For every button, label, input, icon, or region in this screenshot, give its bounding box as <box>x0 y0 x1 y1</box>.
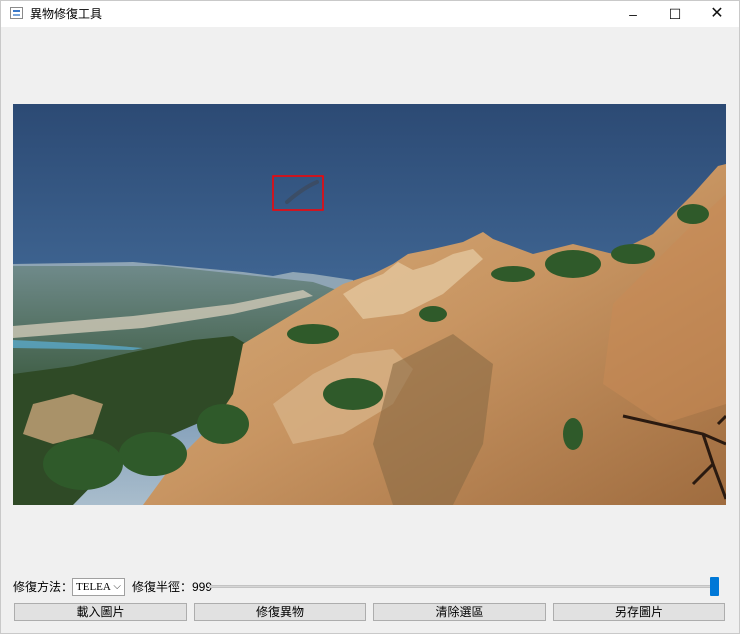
landscape-photo <box>13 104 726 505</box>
radius-label: 修復半徑：999 <box>132 580 213 594</box>
app-icon <box>10 7 23 19</box>
title-bar[interactable]: 異物修復工具 – ☐ ✕ <box>1 1 739 27</box>
repair-button[interactable]: 修復異物 <box>194 603 366 621</box>
load-image-button[interactable]: 載入圖片 <box>14 603 187 621</box>
main-window: 異物修復工具 – ☐ ✕ 修復方法： TELEA ⌵ 修復半徑：999 載入圖片… <box>0 0 740 634</box>
image-canvas[interactable] <box>13 104 726 505</box>
radius-slider-track[interactable] <box>209 585 719 588</box>
method-value: TELEA <box>76 581 111 593</box>
chevron-down-icon: ⌵ <box>113 581 121 592</box>
method-label: 修復方法： <box>13 580 74 594</box>
window-title: 異物修復工具 <box>30 7 103 21</box>
minimize-button[interactable]: – <box>611 1 655 27</box>
controls-row: 修復方法： TELEA ⌵ 修復半徑：999 <box>13 576 727 598</box>
close-button[interactable]: ✕ <box>695 1 739 27</box>
save-as-button[interactable]: 另存圖片 <box>553 603 725 621</box>
maximize-button[interactable]: ☐ <box>653 1 697 27</box>
clear-selection-button[interactable]: 清除選區 <box>373 603 546 621</box>
radius-slider-handle[interactable] <box>710 577 719 596</box>
method-dropdown[interactable]: TELEA ⌵ <box>72 578 125 596</box>
